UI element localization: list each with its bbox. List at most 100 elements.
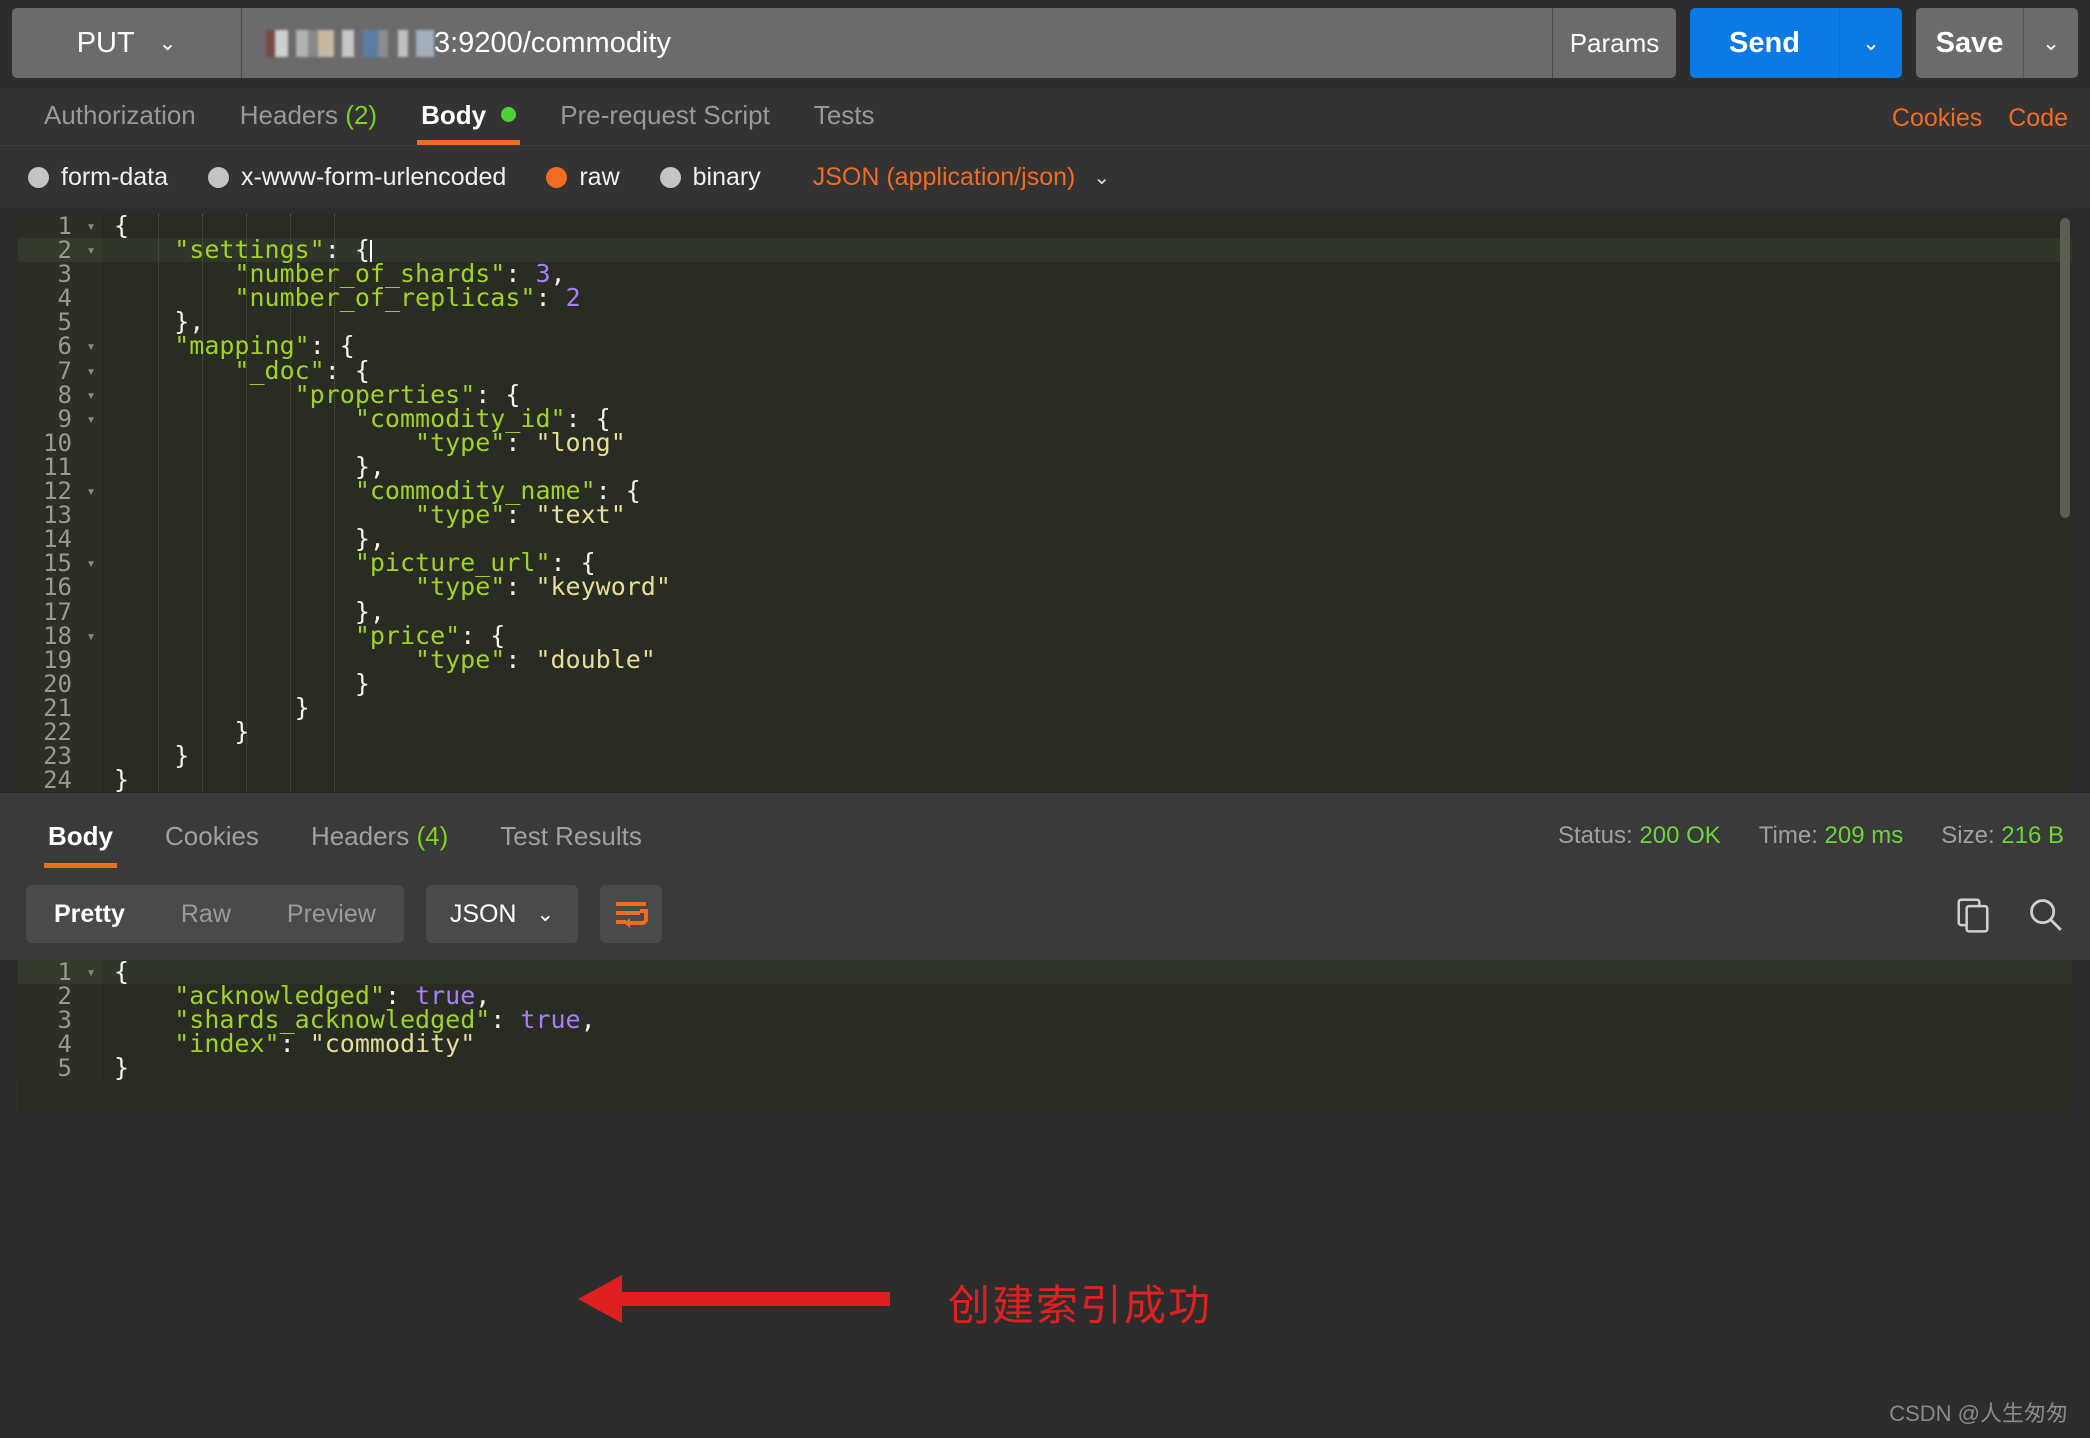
params-button[interactable]: Params [1552,8,1676,78]
fold-spacer [80,599,102,624]
tab-body[interactable]: Body [399,100,538,145]
fold-spacer [80,262,102,287]
fold-toggle-icon[interactable]: ▾ [80,960,102,985]
response-body-editor[interactable]: 1 ▾{2 "acknowledged": true, 3 "shards_ackn… [18,960,2072,1112]
line-number: 4 [18,1032,80,1056]
line-number: 5 [18,310,80,334]
url-text: 3:9200/commodity [434,26,671,59]
copy-icon[interactable] [1954,895,1992,933]
body-type-label: binary [692,162,761,191]
fold-toggle-icon[interactable]: ▾ [80,334,102,359]
line-number: 1 [18,960,80,984]
fold-spacer [80,1056,102,1081]
response-tab-headers[interactable]: Headers (4) [285,821,474,868]
fold-spacer [80,1008,102,1033]
editor-scrollbar[interactable] [2060,218,2070,518]
code-line-text: } [234,716,250,746]
body-present-dot-icon [501,107,517,122]
code-line-text: "mapping": { [174,331,355,361]
fold-spacer [80,430,102,455]
fold-toggle-icon[interactable]: ▾ [80,623,102,648]
view-preview-button[interactable]: Preview [259,885,404,943]
response-tab-test-results[interactable]: Test Results [474,821,668,868]
request-body-editor[interactable]: 1 ▾{2 ▾ "settings": {3 "number_of_shards":… [18,214,2072,792]
segment-label: Raw [180,899,231,928]
time-group: Time: 209 ms [1759,822,1903,850]
fold-toggle-icon[interactable]: ▾ [80,406,102,431]
body-type-raw[interactable]: raw [546,163,620,192]
response-tab-body[interactable]: Body [22,821,139,868]
fold-toggle-icon[interactable]: ▾ [80,479,102,504]
radio-icon[interactable] [28,166,49,188]
code-line: 22 } [18,716,2072,746]
line-number: 12 [18,479,80,503]
line-number: 15 [18,551,80,575]
tab-label: Pre-request Script [560,100,770,130]
code-link[interactable]: Code [2008,104,2068,133]
code-line-text: "type": "keyword" [415,572,671,602]
save-options-button[interactable]: ⌄ [2024,8,2078,78]
tab-label: Cookies [165,821,259,851]
tab-label: Test Results [500,821,642,851]
code-line-text: } [354,668,370,698]
response-toolbar-actions [1954,895,2064,933]
fold-spacer [80,768,102,792]
body-type-urlencoded[interactable]: x-www-form-urlencoded [207,163,506,192]
chevron-down-icon: ⌄ [2042,31,2060,55]
fold-toggle-icon[interactable]: ▾ [80,214,102,239]
code-line: 4 "index": "commodity" [18,1031,2072,1056]
send-button[interactable]: Send [1690,8,1840,78]
tab-tests[interactable]: Tests [792,100,897,145]
body-type-form-data[interactable]: form-data [28,163,168,192]
http-method-selector[interactable]: PUT ⌄ [12,8,242,78]
fold-spacer [80,984,102,1009]
tab-label: Headers [310,821,410,851]
time-label: Time: [1758,822,1818,849]
fold-spacer [80,286,102,311]
line-number: 3 [18,262,80,286]
url-input[interactable]: 3:9200/commodity [242,8,1552,78]
tab-authorization[interactable]: Authorization [22,100,218,145]
fold-spacer [80,647,102,672]
search-icon[interactable] [2026,895,2064,933]
radio-icon[interactable] [659,166,681,188]
code-line-text: "number_of_replicas": 2 [234,283,581,313]
response-format-selector[interactable]: JSON ⌄ [425,885,579,943]
fold-spacer [80,695,102,720]
request-tabs-links: Cookies Code [1892,104,2068,133]
raw-format-selector[interactable]: JSON (application/json) ⌄ [813,163,1110,192]
code-line-text: "type": "long" [415,427,626,457]
segment-label: Pretty [54,899,125,928]
view-pretty-button[interactable]: Pretty [26,885,153,943]
status-value: 200 OK [1639,822,1721,849]
view-raw-button[interactable]: Raw [153,885,259,943]
send-options-button[interactable]: ⌄ [1840,8,1902,78]
cookies-link[interactable]: Cookies [1892,104,1982,133]
body-type-selector: form-data x-www-form-urlencoded raw bina… [0,146,2090,208]
code-line-text: } [174,741,190,771]
code-line-text: }, [174,307,205,337]
radio-icon-selected[interactable] [546,166,568,188]
line-number: 19 [18,648,80,672]
fold-toggle-icon[interactable]: ▾ [80,358,102,383]
response-headers-count-badge: (4) [416,821,449,851]
save-label: Save [1935,26,2004,59]
fold-toggle-icon[interactable]: ▾ [80,551,102,576]
wrap-lines-button[interactable] [600,885,663,943]
code-line-text: "type": "text" [415,500,626,530]
body-type-binary[interactable]: binary [659,162,761,192]
response-tab-cookies[interactable]: Cookies [139,821,285,868]
radio-icon[interactable] [207,166,229,188]
segment-label: Preview [286,899,376,928]
tab-pre-request-script[interactable]: Pre-request Script [538,100,792,145]
line-number: 24 [18,768,80,792]
code-line-text: } [294,692,310,722]
csdn-watermark: CSDN @人生匆匆 [1889,1401,2068,1426]
fold-toggle-icon[interactable]: ▾ [80,238,102,263]
save-button[interactable]: Save [1916,8,2024,78]
annotation-text: 创建索引成功 [948,1281,1213,1330]
fold-spacer [80,454,102,480]
tab-headers[interactable]: Headers (2) [218,100,399,145]
line-number: 2 [18,984,80,1008]
fold-toggle-icon[interactable]: ▾ [80,382,102,407]
